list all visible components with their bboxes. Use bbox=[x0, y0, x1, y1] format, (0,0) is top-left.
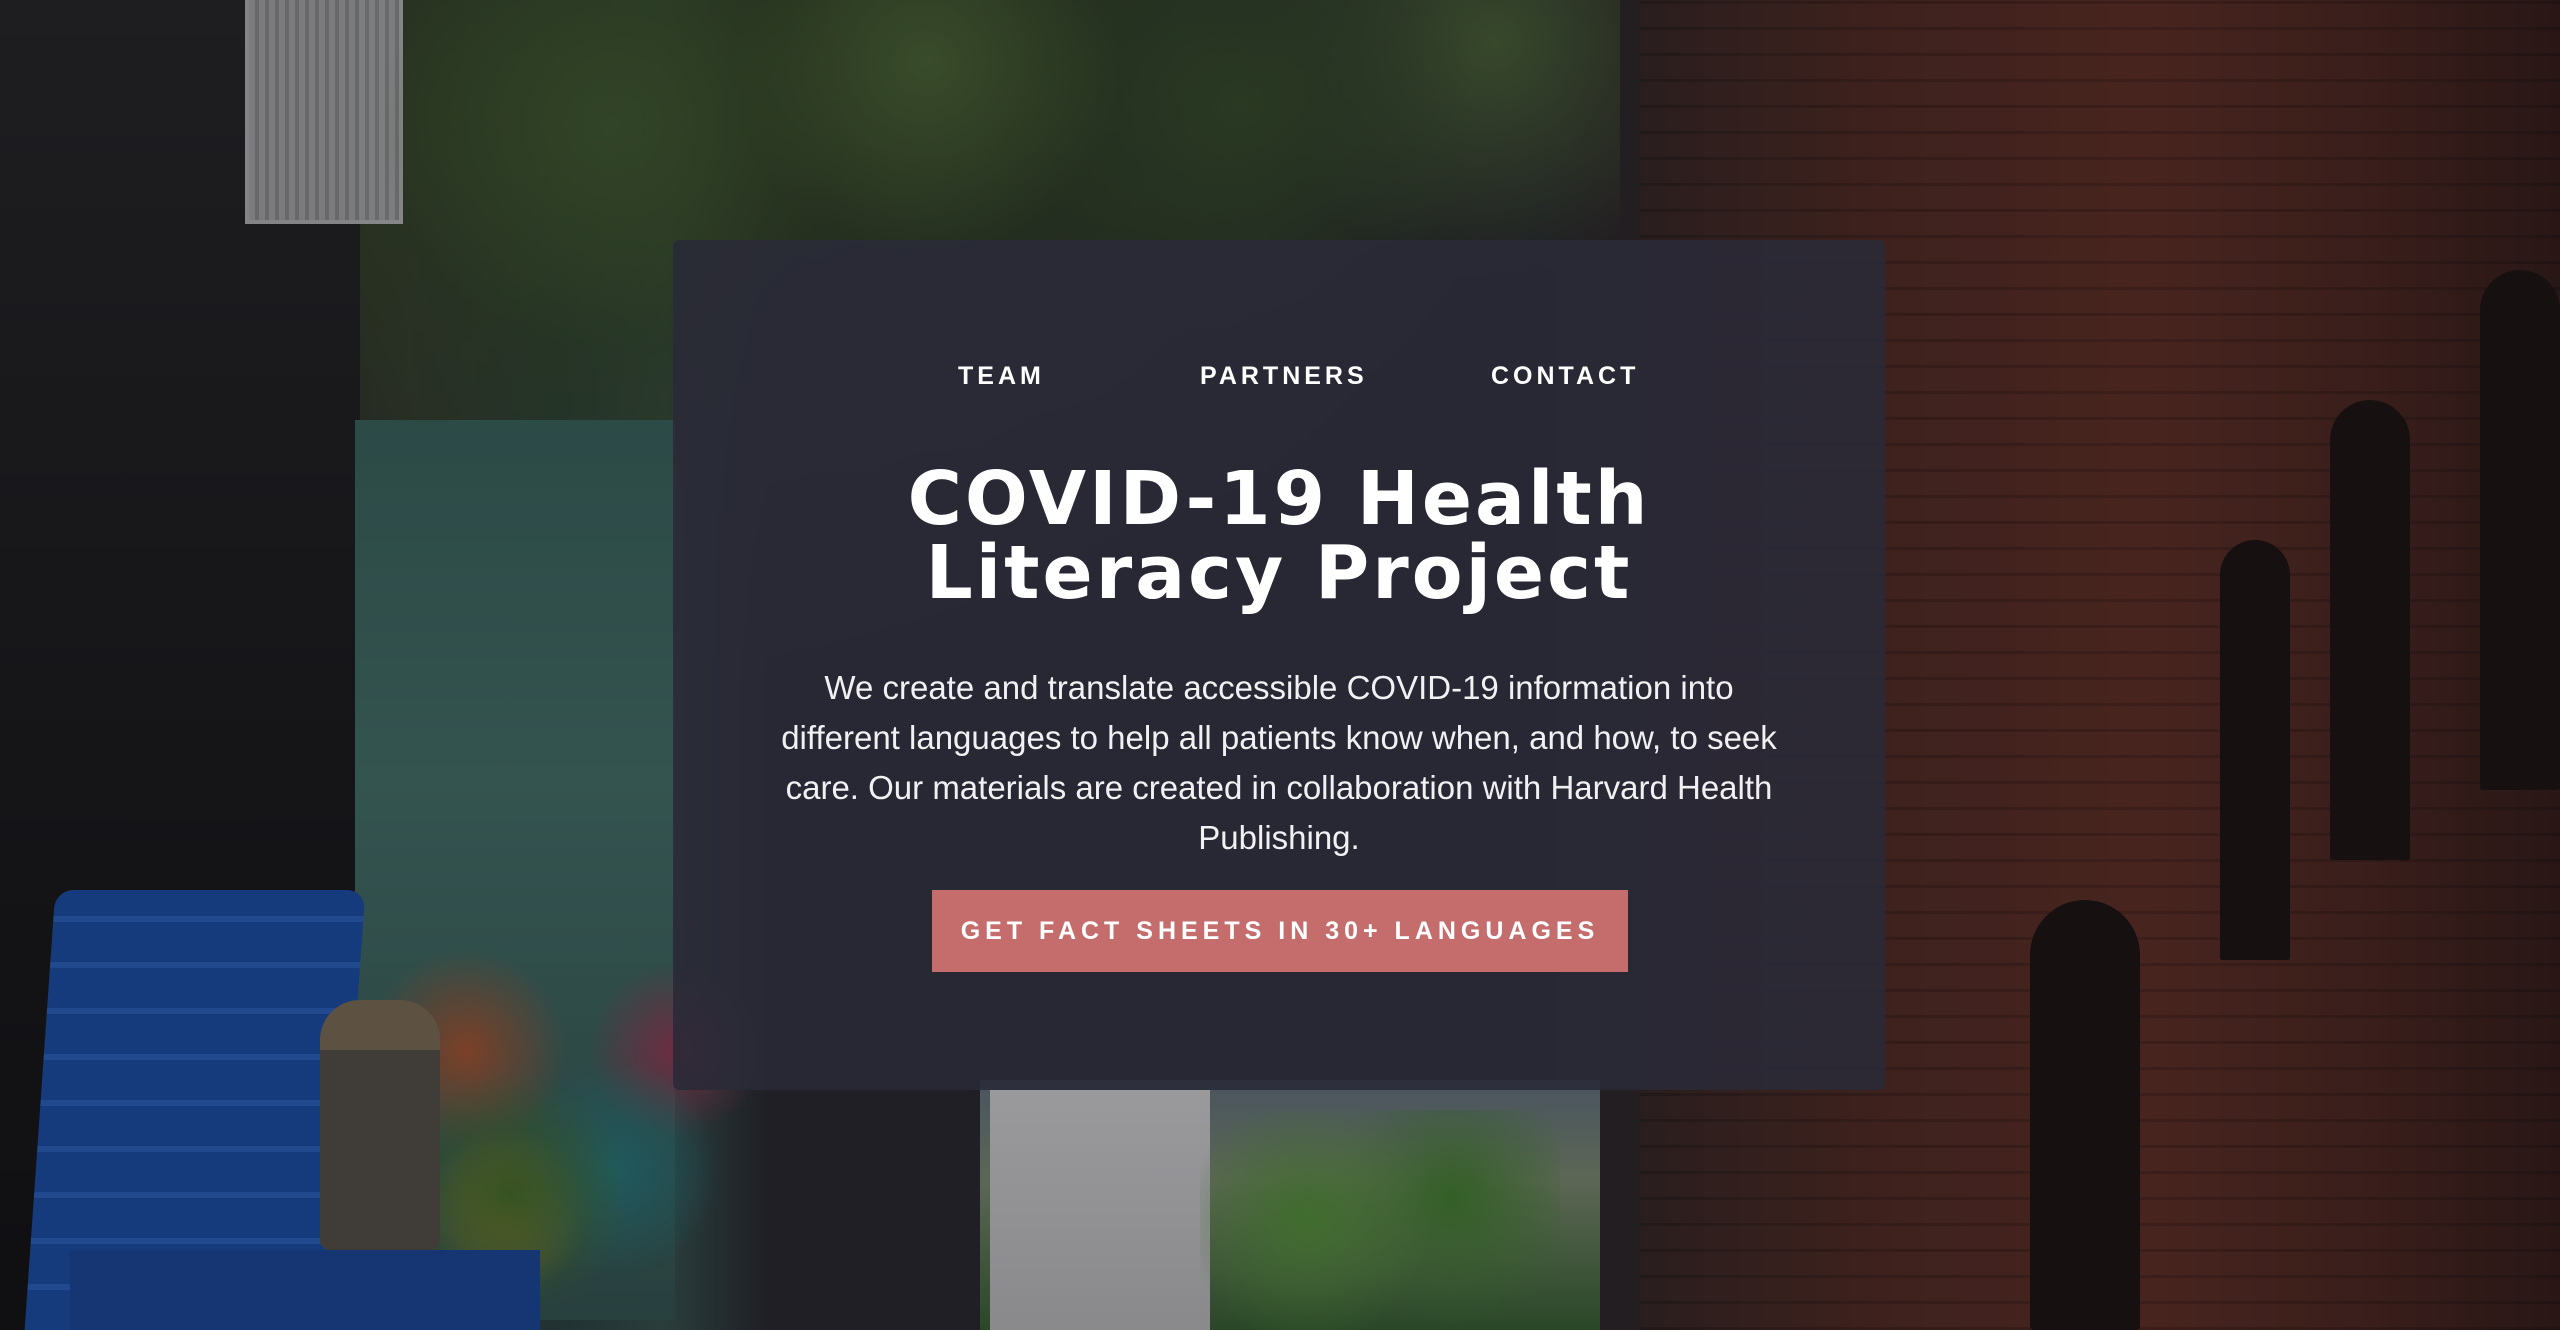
nav-link-partners[interactable]: PARTNERS bbox=[1200, 362, 1368, 391]
page-title-line-2: Literacy Project bbox=[925, 530, 1633, 616]
get-fact-sheets-button[interactable]: GET FACT SHEETS IN 30+ LANGUAGES bbox=[932, 890, 1628, 972]
top-navigation: TEAM PARTNERS CONTACT bbox=[673, 362, 1885, 392]
page-title-line-1: COVID-19 Health bbox=[907, 456, 1651, 542]
page-title: COVID-19 Health Literacy Project bbox=[673, 462, 1885, 610]
nav-link-team[interactable]: TEAM bbox=[958, 362, 1045, 391]
nav-link-contact[interactable]: CONTACT bbox=[1491, 362, 1639, 391]
hero-description: We create and translate accessible COVID… bbox=[781, 669, 1777, 856]
